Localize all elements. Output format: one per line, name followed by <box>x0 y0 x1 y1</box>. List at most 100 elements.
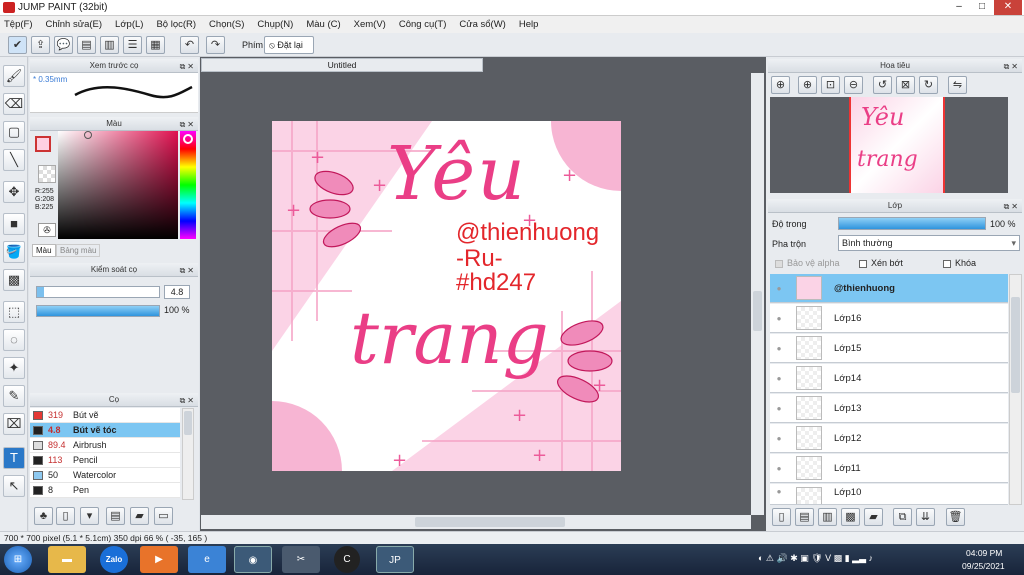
visibility-icon[interactable]: ● <box>770 487 788 496</box>
gradient-tool-icon[interactable]: ▩ <box>3 269 25 291</box>
export-icon[interactable]: ⇪ <box>31 36 50 54</box>
color-picker-cursor[interactable] <box>84 131 92 139</box>
brush-folder-icon[interactable]: ▰ <box>130 507 149 525</box>
chrome-icon[interactable]: ◉ <box>234 546 272 573</box>
merge-layer-icon[interactable]: ⇊ <box>916 508 935 526</box>
layer-row[interactable]: ● Lớp11 <box>770 454 1008 483</box>
file-explorer-icon[interactable]: ▬ <box>48 546 86 573</box>
layer-list-scrollbar[interactable] <box>1009 274 1022 505</box>
layer-row[interactable]: ● Lớp16 <box>770 304 1008 333</box>
rotate-right-icon[interactable]: ↻ <box>919 76 938 94</box>
zoom-fit-icon[interactable]: ⊕ <box>771 76 790 94</box>
panel-close-icon[interactable]: ⧉✕ <box>180 394 196 407</box>
text-tool-icon[interactable]: T <box>3 447 25 469</box>
brush-opacity-slider[interactable] <box>36 305 160 317</box>
document-tab[interactable]: Untitled <box>201 58 483 72</box>
media-player-icon[interactable]: ▶ <box>140 546 178 573</box>
move-tool-icon[interactable]: ✥ <box>3 181 25 203</box>
panel-close-icon[interactable]: ⧉✕ <box>180 60 196 73</box>
tray-icons[interactable]: ◐ ⚠ 🔊 ✱ ▣ 🛡 V ▩ ▮ ▂▃ ♪ <box>758 553 873 564</box>
layer-folder-icon[interactable]: ▰ <box>864 508 883 526</box>
brush-size-value[interactable]: 4.8 <box>164 285 190 299</box>
jump-paint-taskbar-icon[interactable]: JP <box>376 546 414 573</box>
clock-time[interactable]: 04:09 PM <box>966 548 1002 558</box>
layer-row[interactable]: ● Lớp12 <box>770 424 1008 453</box>
new-layer-icon[interactable]: ▯ <box>772 508 791 526</box>
close-button[interactable]: ✕ <box>994 0 1022 15</box>
layer-row[interactable]: ● Lớp10 <box>770 484 1008 505</box>
panel-close-icon[interactable]: ⧉✕ <box>1004 60 1020 73</box>
brush-list-scrollbar[interactable] <box>182 408 194 500</box>
artwork-canvas[interactable]: + + + + + + + + + Yêu trang @thienhuong -Ru- #… <box>272 121 621 471</box>
minimize-button[interactable]: – <box>948 0 970 15</box>
brush-item-but-ve-toc[interactable]: 4.8 Bút vẽ tóc <box>30 423 180 438</box>
visibility-icon[interactable]: ● <box>770 284 788 293</box>
rectangle-tool-icon[interactable]: ▢ <box>3 121 25 143</box>
operation-tool-icon[interactable]: ↖ <box>3 475 25 497</box>
brush-item-pen[interactable]: 8 Pen <box>30 483 180 498</box>
magic-wand-tool-icon[interactable]: ✦ <box>3 357 25 379</box>
brush-item-but-ve[interactable]: 319 Bút vẽ <box>30 408 180 423</box>
zoom-out-icon[interactable]: ⊖ <box>844 76 863 94</box>
eyedropper-icon[interactable]: ✇ <box>38 223 56 237</box>
brush-item-pencil[interactable]: 113 Pencil <box>30 453 180 468</box>
delete-layer-icon[interactable]: 🗑 <box>946 508 965 526</box>
tab-palette[interactable]: Bảng màu <box>56 244 101 257</box>
actual-size-icon[interactable]: ⊡ <box>821 76 840 94</box>
reset-button[interactable]: ⦸ Đặt lại <box>264 36 314 54</box>
check-icon[interactable]: ✔ <box>8 36 27 54</box>
brush-size-slider[interactable] <box>36 286 160 298</box>
canvas-vscrollbar[interactable] <box>751 73 764 515</box>
main-color-swatch[interactable] <box>35 136 51 152</box>
undo-icon[interactable]: ↶ <box>180 36 199 54</box>
fill-shape-tool-icon[interactable]: ■ <box>3 213 25 235</box>
flip-icon[interactable]: ⇋ <box>948 76 967 94</box>
redo-icon[interactable]: ↷ <box>206 36 225 54</box>
brush-copy-icon[interactable]: ▭ <box>154 507 173 525</box>
menu-help[interactable]: Help <box>519 19 539 30</box>
visibility-icon[interactable]: ● <box>770 344 788 353</box>
hue-slider-cursor[interactable] <box>183 134 193 144</box>
comment-icon[interactable]: 💬 <box>54 36 73 54</box>
canvas-hscrollbar[interactable] <box>201 515 751 529</box>
layer-row[interactable]: ● Lớp14 <box>770 364 1008 393</box>
layer-opacity-slider[interactable] <box>838 217 986 230</box>
list-icon[interactable]: ☰ <box>123 36 142 54</box>
rotate-left-icon[interactable]: ↺ <box>873 76 892 94</box>
select-eraser-tool-icon[interactable]: ⌧ <box>3 413 25 435</box>
line-tool-icon[interactable]: ╲ <box>3 149 25 171</box>
page-icon[interactable]: ▥ <box>100 36 119 54</box>
bucket-tool-icon[interactable]: 🪣 <box>3 241 25 263</box>
navigator-preview[interactable]: Yêu trang <box>770 97 1008 193</box>
visibility-icon[interactable]: ● <box>770 464 788 473</box>
snipping-tool-icon[interactable]: ✂ <box>282 546 320 573</box>
visibility-icon[interactable]: ● <box>770 404 788 413</box>
brush-item-airbrush[interactable]: 89.4 Airbrush <box>30 438 180 453</box>
brush-settings-icon[interactable]: ▤ <box>106 507 125 525</box>
tab-color[interactable]: Màu <box>32 244 56 257</box>
brush-tree-icon[interactable]: ♣ <box>34 507 53 525</box>
ccleaner-icon[interactable]: C <box>334 546 360 573</box>
transparent-swatch[interactable] <box>38 165 56 183</box>
menu-file[interactable]: Tệp(F) <box>4 19 33 30</box>
copy-layer-icon[interactable]: ⧉ <box>893 508 912 526</box>
blend-mode-select[interactable]: Bình thường ▾ <box>838 235 1020 251</box>
new-layer-alt-icon[interactable]: ▤ <box>795 508 814 526</box>
eraser-tool-icon[interactable]: ⌫ <box>3 93 25 115</box>
clip-checkbox[interactable]: Xén bớt <box>859 258 903 268</box>
select-pen-tool-icon[interactable]: ✎ <box>3 385 25 407</box>
message-icon[interactable]: ▤ <box>77 36 96 54</box>
start-button[interactable]: ⊞ <box>4 546 32 573</box>
select-rect-tool-icon[interactable]: ⬚ <box>3 301 25 323</box>
menu-color[interactable]: Màu (C) <box>306 19 340 30</box>
new-brush-icon[interactable]: ▯ <box>56 507 75 525</box>
menu-capture[interactable]: Chụp(N) <box>257 19 293 30</box>
panel-close-icon[interactable]: ⧉✕ <box>1004 200 1020 213</box>
zalo-icon[interactable]: Zalo <box>100 546 128 573</box>
layer-props-icon[interactable]: ▥ <box>818 508 837 526</box>
panel-close-icon[interactable]: ⧉✕ <box>180 264 196 277</box>
brush-item-watercolor[interactable]: 50 Watercolor <box>30 468 180 483</box>
zoom-in-icon[interactable]: ⊕ <box>798 76 817 94</box>
menu-view[interactable]: Xem(V) <box>354 19 386 30</box>
protect-alpha-checkbox[interactable]: Bảo vệ alpha <box>775 258 840 268</box>
